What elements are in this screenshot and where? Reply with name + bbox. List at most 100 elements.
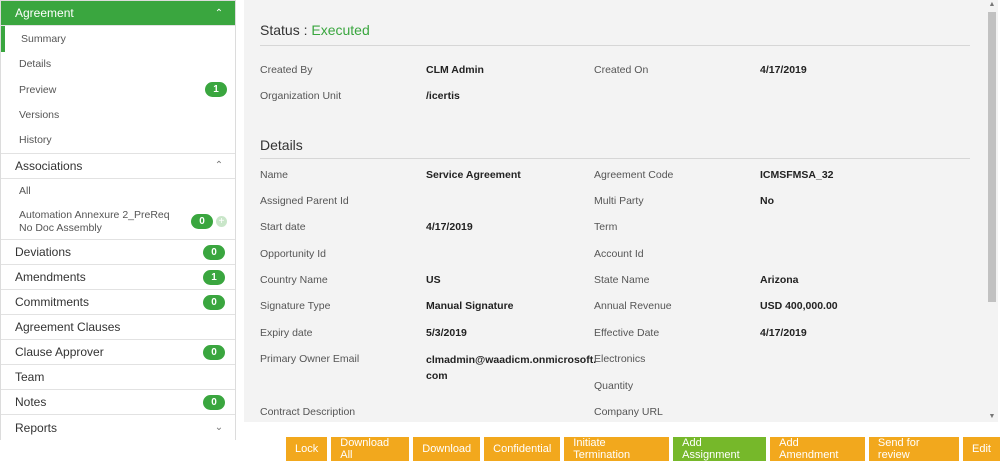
- status-label: Status :: [260, 22, 308, 38]
- divider: [260, 158, 970, 159]
- annexure-count-badge: 0: [191, 214, 213, 229]
- country-name-value: US: [426, 274, 441, 286]
- edit-button[interactable]: Edit: [963, 437, 1000, 461]
- download-all-button[interactable]: Download All: [331, 437, 410, 461]
- annual-revenue-value: USD 400,000.00: [760, 300, 838, 312]
- nav-item-summary-label: Summary: [21, 32, 66, 45]
- details-title: Details: [260, 137, 303, 153]
- section-associations[interactable]: Associations ⌃: [1, 153, 235, 179]
- org-unit-label: Organization Unit: [260, 90, 342, 102]
- created-on-label: Created On: [594, 64, 649, 76]
- chevron-up-icon[interactable]: ⌃: [213, 8, 225, 19]
- section-deviations[interactable]: Deviations 0: [1, 240, 235, 265]
- effective-date-label: Effective Date: [594, 327, 660, 339]
- clause-approver-count-badge: 0: [203, 344, 225, 360]
- expiry-date-value: 5/3/2019: [426, 327, 467, 339]
- section-reports-label: Reports: [15, 420, 58, 435]
- created-by-value: CLM Admin: [426, 64, 484, 76]
- country-name-label: Country Name: [260, 274, 328, 286]
- agreement-code-label: Agreement Code: [594, 169, 674, 181]
- divider: [260, 45, 970, 46]
- nav-item-versions[interactable]: Versions: [1, 103, 235, 129]
- chevron-up-icon[interactable]: ⌃: [213, 160, 225, 171]
- nav-item-summary[interactable]: Summary: [1, 26, 235, 52]
- assigned-parent-label: Assigned Parent Id: [260, 195, 349, 207]
- nav-item-details[interactable]: Details: [1, 52, 235, 78]
- name-label: Name: [260, 169, 289, 181]
- chevron-down-icon[interactable]: ⌄: [213, 422, 225, 433]
- download-button[interactable]: Download: [413, 437, 481, 461]
- vertical-scrollbar[interactable]: ▲ ▼: [986, 0, 998, 422]
- action-button-bar: Lock Download All Download Confidential …: [286, 437, 1000, 461]
- lock-button[interactable]: Lock: [286, 437, 328, 461]
- section-notes[interactable]: Notes 0: [1, 390, 235, 415]
- effective-date-value: 4/17/2019: [760, 327, 807, 339]
- created-on-value: 4/17/2019: [760, 64, 807, 76]
- status-value: Executed: [311, 22, 370, 38]
- multi-party-label: Multi Party: [594, 195, 644, 207]
- confidential-button[interactable]: Confidential: [484, 437, 561, 461]
- annual-revenue-label: Annual Revenue: [594, 300, 672, 312]
- section-amendments-label: Amendments: [15, 270, 86, 284]
- scrollbar-thumb[interactable]: [988, 12, 996, 302]
- signature-type-label: Signature Type: [260, 300, 331, 312]
- commitments-count-badge: 0: [203, 294, 225, 310]
- section-reports[interactable]: Reports ⌄: [1, 415, 235, 440]
- section-deviations-label: Deviations: [15, 245, 72, 259]
- start-date-value: 4/17/2019: [426, 221, 473, 233]
- name-value: Service Agreement: [426, 169, 521, 181]
- section-commitments[interactable]: Commitments 0: [1, 290, 235, 315]
- section-team-label: Team: [15, 370, 45, 384]
- term-label: Term: [594, 221, 618, 233]
- section-agreement-clauses-label: Agreement Clauses: [15, 320, 121, 334]
- left-navigation: Agreement ⌃ Summary Details Preview 1 Ve…: [0, 0, 236, 440]
- expiry-date-label: Expiry date: [260, 327, 313, 339]
- section-agreement-label: Agreement: [15, 6, 74, 20]
- agreement-code-value: ICMSFMSA_32: [760, 169, 834, 181]
- add-assignment-button[interactable]: Add Assignment: [673, 437, 767, 461]
- section-clause-approver-label: Clause Approver: [15, 345, 104, 359]
- contract-description-label: Contract Description: [260, 406, 356, 418]
- electronics-label: Electronics: [594, 353, 646, 365]
- section-agreement-clauses[interactable]: Agreement Clauses: [1, 315, 235, 340]
- primary-owner-email-label: Primary Owner Email: [260, 353, 360, 365]
- preview-count-badge: 1: [205, 82, 227, 98]
- nav-item-history-label: History: [19, 134, 52, 147]
- scroll-down-arrow-icon[interactable]: ▼: [986, 412, 998, 422]
- quantity-label: Quantity: [594, 380, 634, 392]
- opportunity-id-label: Opportunity Id: [260, 248, 326, 260]
- state-name-value: Arizona: [760, 274, 799, 286]
- signature-type-value: Manual Signature: [426, 300, 514, 312]
- nav-item-history[interactable]: History: [1, 128, 235, 154]
- section-associations-label: Associations: [15, 158, 83, 173]
- created-by-label: Created By: [260, 64, 313, 76]
- section-clause-approver[interactable]: Clause Approver 0: [1, 340, 235, 365]
- nav-item-preview[interactable]: Preview 1: [1, 77, 235, 103]
- nav-item-versions-label: Versions: [19, 109, 60, 122]
- section-team[interactable]: Team: [1, 365, 235, 390]
- section-amendments[interactable]: Amendments 1: [1, 265, 235, 290]
- nav-item-all-label: All: [19, 185, 31, 198]
- add-amendment-button[interactable]: Add Amendment: [770, 437, 865, 461]
- section-notes-label: Notes: [15, 395, 47, 409]
- initiate-termination-button[interactable]: Initiate Termination: [564, 437, 670, 461]
- state-name-label: State Name: [594, 274, 650, 286]
- multi-party-value: No: [760, 195, 774, 207]
- nav-item-details-label: Details: [19, 58, 52, 71]
- send-for-review-button[interactable]: Send for review: [868, 437, 960, 461]
- scroll-up-arrow-icon[interactable]: ▲: [986, 0, 998, 10]
- org-unit-value: /icertis: [426, 90, 460, 102]
- nav-item-preview-label: Preview: [19, 83, 57, 96]
- company-url-label: Company URL: [594, 406, 663, 418]
- deviations-count-badge: 0: [203, 244, 225, 260]
- add-icon[interactable]: +: [216, 216, 227, 227]
- nav-item-automation-annexure[interactable]: Automation Annexure 2_PreReq No Doc Asse…: [1, 204, 235, 240]
- primary-owner-email-value: clmadmin@waadicm.onmicrosoft.com: [426, 354, 597, 382]
- section-commitments-label: Commitments: [15, 295, 90, 309]
- section-agreement[interactable]: Agreement ⌃: [1, 1, 235, 26]
- nav-item-automation-annexure-label: Automation Annexure 2_PreReq No Doc Asse…: [19, 208, 170, 234]
- amendments-count-badge: 1: [203, 269, 225, 285]
- nav-item-associations-all[interactable]: All: [1, 179, 235, 205]
- status-line: Status : Executed: [260, 22, 370, 38]
- start-date-label: Start date: [260, 221, 306, 233]
